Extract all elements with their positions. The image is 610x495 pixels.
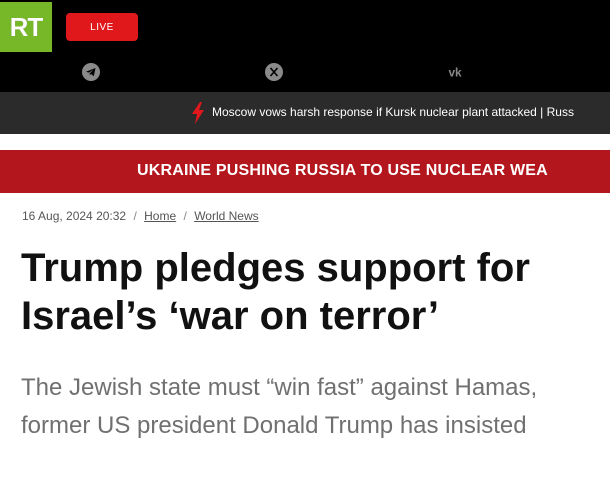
breadcrumb-separator: / <box>133 209 137 223</box>
svg-text:vk: vk <box>448 66 462 79</box>
rt-logo[interactable]: RT <box>0 2 52 52</box>
top-navigation-bar: RT LIVE vk <box>0 0 610 92</box>
ticker-headline[interactable]: Moscow vows harsh response if Kursk nucl… <box>212 105 574 119</box>
breadcrumb-world-news-link[interactable]: World News <box>194 209 258 223</box>
article-title: Trump pledges support for Israel’s ‘war … <box>21 246 530 338</box>
banner-headline[interactable]: UKRAINE PUSHING RUSSIA TO USE NUCLEAR WE… <box>137 162 548 180</box>
article-date: 16 Aug, 2024 20:32 <box>22 209 127 223</box>
breaking-banner[interactable]: UKRAINE PUSHING RUSSIA TO USE NUCLEAR WE… <box>0 150 610 193</box>
vk-icon[interactable]: vk <box>445 62 465 82</box>
live-button[interactable]: LIVE <box>66 13 138 41</box>
news-ticker[interactable]: Moscow vows harsh response if Kursk nucl… <box>0 92 610 134</box>
breadcrumb-home-link[interactable]: Home <box>144 209 176 223</box>
spacer <box>0 134 610 150</box>
article-meta: 16 Aug, 2024 20:32 / Home / World News <box>22 209 259 223</box>
breadcrumb-separator: / <box>183 209 187 223</box>
logo-text: RT <box>9 11 44 42</box>
telegram-icon[interactable] <box>81 62 101 82</box>
article-summary: The Jewish state must “win fast” against… <box>21 374 538 439</box>
x-icon[interactable] <box>264 62 284 82</box>
lightning-icon <box>192 102 204 124</box>
